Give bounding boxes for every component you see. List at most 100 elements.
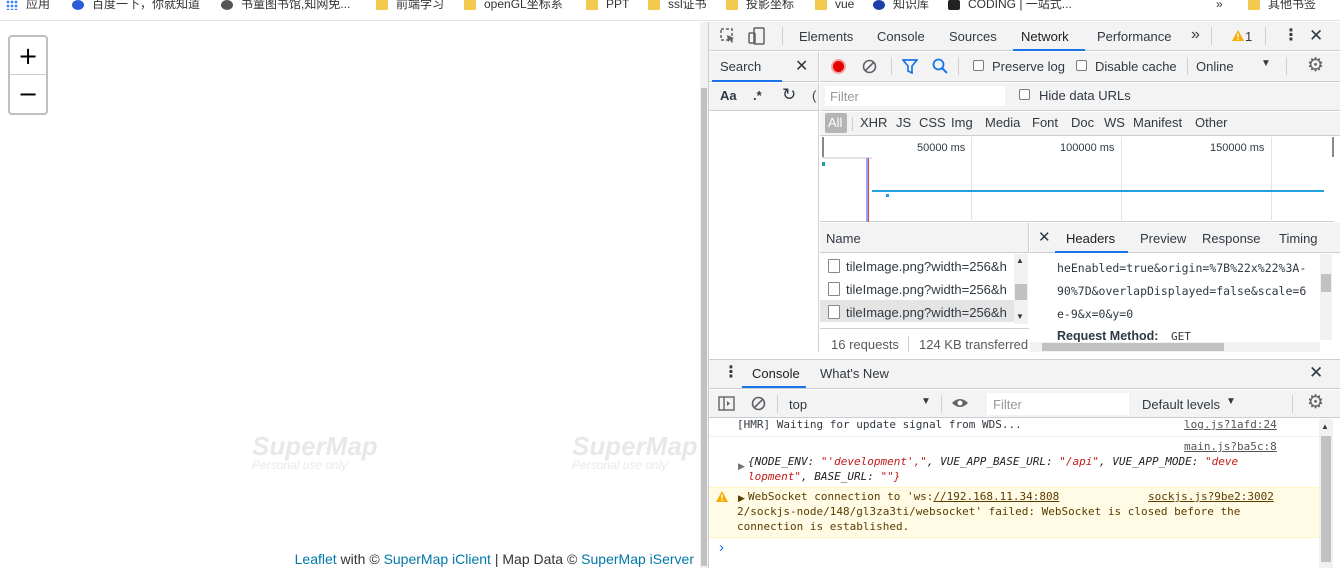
devtools-menu-icon[interactable]: ⋮	[1283, 25, 1299, 45]
request-name[interactable]: tileImage.png?width=256&h	[846, 305, 1007, 320]
more-tabs-button[interactable]: »	[1191, 26, 1200, 44]
close-details-icon[interactable]: ✕	[1038, 228, 1051, 246]
regex-button[interactable]: .*	[753, 88, 762, 103]
request-url-line: 90%7D&overlapDisplayed=false&scale=6	[1057, 284, 1307, 298]
tab-console[interactable]: Console	[877, 29, 925, 44]
iclient-link[interactable]: SuperMap iClient	[384, 551, 491, 567]
map-viewport[interactable]: + − SuperMap Personal use only SuperMap …	[0, 22, 706, 568]
bookmark-library[interactable]: 书童图书馆,知网免...	[221, 0, 350, 14]
expand-triangle-icon[interactable]: ▶	[738, 461, 745, 472]
drawer-tab-whats-new[interactable]: What's New	[820, 366, 889, 381]
search-icon[interactable]	[932, 58, 948, 74]
type-filter-media[interactable]: Media	[985, 115, 1020, 130]
preserve-log-label: Preserve log	[992, 59, 1065, 74]
tab-network[interactable]: Network	[1021, 29, 1069, 44]
tab-preview[interactable]: Preview	[1140, 231, 1186, 246]
request-name[interactable]: tileImage.png?width=256&h	[846, 282, 1007, 297]
name-column-header[interactable]: Name	[826, 231, 861, 246]
zoom-in-button[interactable]: +	[10, 37, 46, 75]
close-devtools-icon[interactable]: ✕	[1309, 26, 1323, 46]
bookmark-opengl[interactable]: openGL坐标系	[464, 0, 563, 14]
console-object[interactable]: {NODE_ENV: "'development',", VUE_APP_BAS…	[748, 455, 1238, 468]
record-icon[interactable]	[831, 59, 846, 74]
scrollbar-thumb[interactable]	[1321, 274, 1331, 292]
chevron-down-icon[interactable]: ▼	[1261, 58, 1271, 69]
clear-search-icon[interactable]: (	[812, 88, 816, 103]
match-case-button[interactable]: Aa	[720, 88, 737, 103]
chevron-down-icon[interactable]: ▼	[921, 396, 931, 407]
tab-elements[interactable]: Elements	[799, 29, 853, 44]
type-filter-font[interactable]: Font	[1032, 115, 1058, 130]
bookmark-frontend[interactable]: 前端学习	[376, 0, 444, 14]
warning-icon[interactable]	[1232, 30, 1244, 42]
refresh-icon[interactable]: ↻	[782, 85, 796, 105]
type-filter-manifest[interactable]: Manifest	[1133, 115, 1182, 130]
scrollbar-thumb[interactable]	[701, 88, 707, 566]
bookmark-knowledge[interactable]: 知识库	[873, 0, 929, 14]
clear-console-icon[interactable]	[751, 396, 766, 411]
scrollbar-thumb[interactable]	[1042, 343, 1224, 351]
search-tab[interactable]: Search	[720, 59, 761, 74]
bookmark-other[interactable]: 其他书签	[1248, 0, 1316, 14]
drawer-menu-icon[interactable]: ⋮	[723, 362, 739, 382]
type-filter-xhr[interactable]: XHR	[860, 115, 887, 130]
bookmark-vue[interactable]: vue	[815, 0, 854, 14]
bookmark-coding[interactable]: CODING | 一站式...	[948, 0, 1072, 14]
gear-icon[interactable]: ⚙	[1307, 54, 1324, 77]
leaflet-link[interactable]: Leaflet	[295, 551, 337, 567]
type-filter-other[interactable]: Other	[1195, 115, 1228, 130]
bookmark-apps[interactable]: 应用	[6, 0, 50, 14]
log-levels-select[interactable]: Default levels	[1142, 397, 1220, 412]
details-scrollbar[interactable]	[1320, 254, 1332, 340]
request-url-line: e-9&x=0&y=0	[1057, 307, 1134, 321]
tab-response[interactable]: Response	[1202, 231, 1261, 246]
supermap-watermark: SuperMap Personal use only	[252, 431, 378, 472]
source-link[interactable]: main.js?ba5c:8	[1184, 440, 1277, 453]
console-prompt[interactable]: ›	[719, 539, 724, 556]
type-filter-all[interactable]: All	[828, 115, 842, 130]
device-toolbar-icon[interactable]	[748, 27, 766, 45]
bookmark-projection[interactable]: 投影坐标	[726, 0, 794, 14]
close-drawer-icon[interactable]: ✕	[1309, 363, 1323, 383]
preserve-log-checkbox[interactable]	[973, 60, 984, 71]
bookmark-baidu[interactable]: 百度一下，你就知道	[72, 0, 200, 14]
hide-data-urls-checkbox[interactable]	[1019, 89, 1030, 100]
disable-cache-checkbox[interactable]	[1076, 60, 1087, 71]
chevron-down-icon[interactable]: ▼	[1226, 396, 1236, 407]
globe-icon	[221, 0, 233, 10]
tab-headers[interactable]: Headers	[1066, 231, 1115, 246]
gear-icon[interactable]: ⚙	[1307, 391, 1324, 414]
page-scrollbar[interactable]	[700, 22, 708, 568]
drawer-tab-console[interactable]: Console	[752, 366, 800, 381]
tab-performance[interactable]: Performance	[1097, 29, 1171, 44]
bookmarks-overflow-button[interactable]: »	[1216, 0, 1223, 14]
warning-count[interactable]: 1	[1245, 29, 1252, 44]
expand-triangle-icon[interactable]: ▶	[738, 493, 745, 504]
type-filter-css[interactable]: CSS	[919, 115, 946, 130]
warning-message: 2/sockjs-node/148/gl3za3ti/websocket' fa…	[737, 505, 1241, 518]
timeline-tick: 50000 ms	[917, 142, 966, 154]
drawer-toolbar	[709, 359, 1340, 389]
type-filter-img[interactable]: Img	[951, 115, 973, 130]
request-name[interactable]: tileImage.png?width=256&h	[846, 259, 1007, 274]
iserver-link[interactable]: SuperMap iServer	[581, 551, 694, 567]
close-search-icon[interactable]: ✕	[795, 56, 808, 76]
bookmark-ppt[interactable]: PPT	[586, 0, 629, 14]
filter-icon[interactable]	[902, 59, 918, 74]
clear-icon[interactable]	[862, 59, 877, 74]
inspect-element-icon[interactable]	[720, 28, 736, 44]
bookmark-ssl[interactable]: ssl证书	[648, 0, 707, 14]
type-filter-ws[interactable]: WS	[1104, 115, 1125, 130]
scrollbar-thumb[interactable]	[1015, 284, 1027, 300]
type-filter-doc[interactable]: Doc	[1071, 115, 1094, 130]
type-filter-js[interactable]: JS	[896, 115, 911, 130]
source-link[interactable]: sockjs.js?9be2:3002	[1148, 490, 1274, 503]
eye-icon[interactable]	[951, 397, 969, 409]
tab-sources[interactable]: Sources	[949, 29, 997, 44]
throttling-select[interactable]: Online	[1196, 59, 1234, 74]
source-link[interactable]: log.js?1afd:24	[1184, 418, 1277, 431]
sidebar-toggle-icon[interactable]	[718, 396, 735, 411]
scrollbar-thumb[interactable]	[1321, 436, 1331, 562]
zoom-out-button[interactable]: −	[10, 75, 46, 113]
tab-timing[interactable]: Timing	[1279, 231, 1318, 246]
